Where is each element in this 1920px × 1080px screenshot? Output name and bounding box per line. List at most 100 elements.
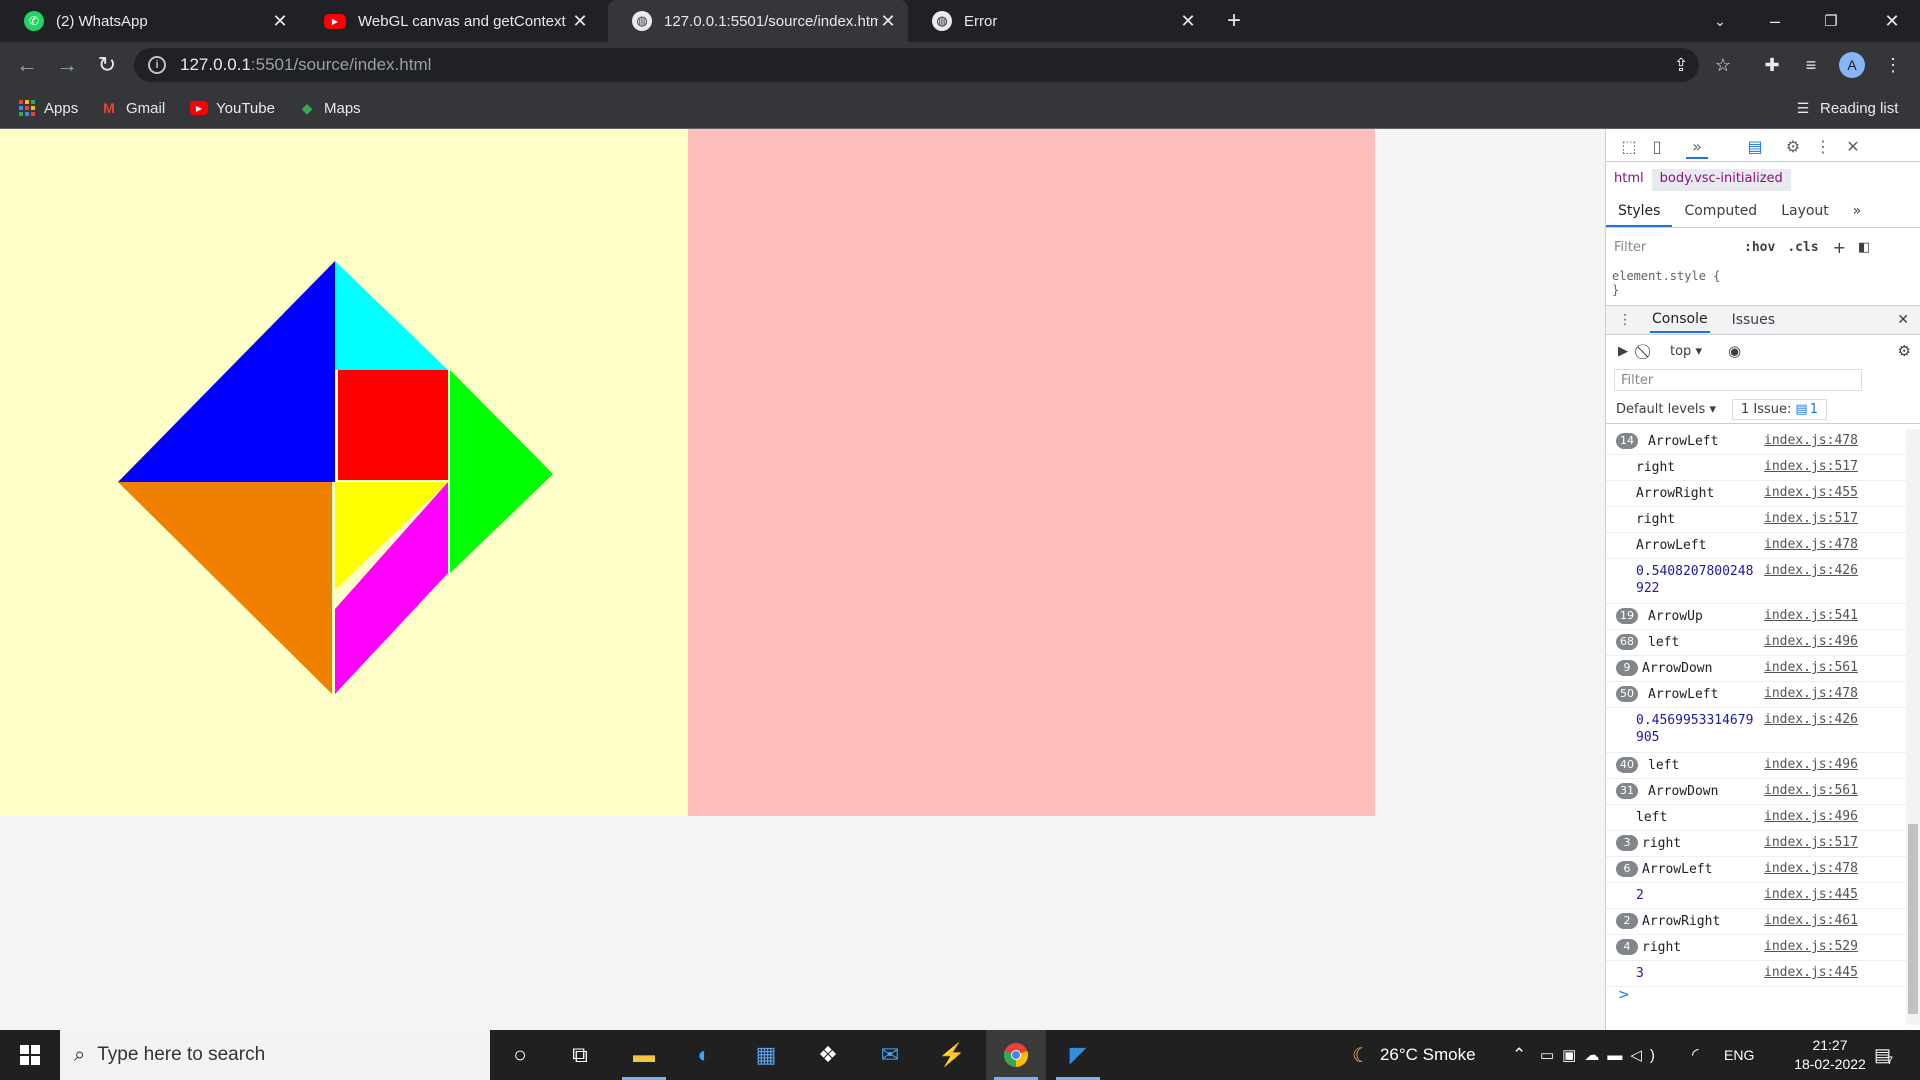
tab-issues[interactable]: Issues xyxy=(1732,312,1776,328)
log-source-link[interactable]: index.js:529 xyxy=(1764,939,1858,954)
devtools-menu-icon[interactable]: ⋮ xyxy=(1812,135,1834,157)
log-source-link[interactable]: index.js:478 xyxy=(1764,537,1858,552)
log-source-link[interactable]: index.js:445 xyxy=(1764,887,1858,902)
taskbar-search-box[interactable]: ⌕ Type here to search xyxy=(60,1030,490,1080)
media-icon[interactable]: ≡ xyxy=(1798,52,1824,78)
console-prompt[interactable]: > xyxy=(1618,987,1630,1003)
chrome-icon[interactable] xyxy=(986,1030,1046,1080)
vscode-icon[interactable]: ◤ xyxy=(1048,1030,1108,1080)
close-window-button[interactable]: ✕ xyxy=(1864,0,1920,42)
hov-toggle[interactable]: :hov xyxy=(1744,240,1775,255)
file-explorer-icon[interactable]: ▬ xyxy=(614,1030,674,1080)
dropbox-icon[interactable]: ❖ xyxy=(798,1030,858,1080)
close-devtools-icon[interactable]: ✕ xyxy=(1842,135,1864,157)
webgl-canvas-left[interactable] xyxy=(0,129,688,816)
menu-kebab-icon[interactable]: ⋮ xyxy=(1880,52,1906,78)
star-icon[interactable]: ☆ xyxy=(1710,52,1736,78)
log-source-link[interactable]: index.js:561 xyxy=(1764,660,1858,675)
log-source-link[interactable]: index.js:496 xyxy=(1764,634,1858,649)
site-info-icon[interactable]: i xyxy=(148,56,166,74)
back-arrow-icon[interactable]: ← xyxy=(12,50,42,80)
language-indicator[interactable]: ENG xyxy=(1724,1030,1754,1080)
weather-widget[interactable]: ☾ 26°C Smoke xyxy=(1352,1030,1476,1080)
close-icon[interactable]: ✕ xyxy=(1178,11,1198,32)
console-settings-gear-icon[interactable]: ⚙ xyxy=(1898,342,1911,360)
wifi-icon[interactable]: ◜ xyxy=(1692,1030,1699,1080)
eye-icon[interactable]: ◉ xyxy=(1728,342,1741,360)
tab-computed[interactable]: Computed xyxy=(1672,199,1769,227)
avatar[interactable]: A xyxy=(1839,52,1865,78)
context-select[interactable]: top ▾ xyxy=(1670,344,1702,359)
task-view-icon[interactable]: ⧉ xyxy=(550,1030,610,1080)
tab-error[interactable]: ◍ Error ✕ xyxy=(908,0,1208,42)
toggle-sidebar-icon[interactable]: ◧ xyxy=(1858,240,1870,255)
system-tray-icons[interactable]: ▭▣☁▬◁) xyxy=(1540,1030,1663,1080)
breadcrumb-body[interactable]: body.vsc-initialized xyxy=(1651,169,1791,191)
console-scrollbar[interactable] xyxy=(1906,429,1920,1025)
minimize-button[interactable]: – xyxy=(1747,0,1803,42)
bookmark-apps[interactable]: Apps xyxy=(18,96,78,120)
show-hidden-icons[interactable]: ⌃ xyxy=(1512,1030,1526,1080)
cls-toggle[interactable]: .cls xyxy=(1787,240,1818,255)
sublime-icon[interactable]: ⚡ xyxy=(922,1030,982,1080)
windows-start-button[interactable] xyxy=(0,1030,60,1080)
tab-webgl[interactable]: ▶ WebGL canvas and getContext - | ✕ xyxy=(300,0,600,42)
settings-gear-icon[interactable]: ⚙ xyxy=(1782,135,1804,157)
bookmark-maps[interactable]: ◆ Maps xyxy=(298,96,361,120)
log-source-link[interactable]: index.js:496 xyxy=(1764,809,1858,824)
log-source-link[interactable]: index.js:561 xyxy=(1764,783,1858,798)
close-icon[interactable]: ✕ xyxy=(270,11,290,32)
mail-icon[interactable]: ✉ xyxy=(860,1030,920,1080)
new-rule-icon[interactable]: + xyxy=(1833,238,1846,257)
sidebar-toggle-icon[interactable]: ▶ xyxy=(1618,344,1628,359)
log-source-link[interactable]: index.js:478 xyxy=(1764,861,1858,876)
bookmark-youtube[interactable]: ▶ YouTube xyxy=(190,96,275,120)
log-source-link[interactable]: index.js:517 xyxy=(1764,835,1858,850)
store-icon[interactable]: ▦ xyxy=(736,1030,796,1080)
log-source-link[interactable]: index.js:478 xyxy=(1764,686,1858,701)
default-levels-dropdown[interactable]: Default levels ▾ xyxy=(1616,402,1716,417)
log-source-link[interactable]: index.js:426 xyxy=(1764,563,1858,578)
bookmark-gmail[interactable]: M Gmail xyxy=(100,96,165,120)
log-source-link[interactable]: index.js:426 xyxy=(1764,712,1858,727)
log-source-link[interactable]: index.js:496 xyxy=(1764,757,1858,772)
scrollbar-thumb[interactable] xyxy=(1908,824,1918,1014)
log-source-link[interactable]: index.js:461 xyxy=(1764,913,1858,928)
restore-button[interactable]: ❐ xyxy=(1803,0,1859,42)
close-drawer-icon[interactable]: ✕ xyxy=(1897,312,1909,328)
forward-arrow-icon[interactable]: → xyxy=(52,50,82,80)
close-icon[interactable]: ✕ xyxy=(878,11,898,32)
more-tabs-icon[interactable]: » xyxy=(1841,199,1874,227)
close-icon[interactable]: ✕ xyxy=(570,11,590,32)
reload-icon[interactable]: ↻ xyxy=(92,50,122,80)
new-tab-button[interactable]: + xyxy=(1206,0,1262,42)
issues-count-button[interactable]: 1 Issue: ▤ 1 xyxy=(1732,398,1827,420)
console-filter-input[interactable]: Filter xyxy=(1614,369,1862,391)
cortana-icon[interactable]: ○ xyxy=(490,1030,550,1080)
more-panels-icon[interactable]: » xyxy=(1686,135,1708,159)
log-source-link[interactable]: index.js:455 xyxy=(1764,485,1858,500)
log-source-link[interactable]: index.js:445 xyxy=(1764,965,1858,980)
log-source-link[interactable]: index.js:517 xyxy=(1764,511,1858,526)
edge-icon[interactable]: ◐ xyxy=(674,1030,734,1080)
share-icon[interactable]: ⇪ xyxy=(1668,52,1694,78)
inspect-element-icon[interactable]: ⬚ xyxy=(1618,135,1640,157)
tab-styles[interactable]: Styles xyxy=(1606,199,1673,227)
tab-whatsapp[interactable]: ✆ (2) WhatsApp ✕ xyxy=(0,0,300,42)
breadcrumb-html[interactable]: html xyxy=(1606,169,1652,191)
log-source-link[interactable]: index.js:517 xyxy=(1764,459,1858,474)
device-toolbar-icon[interactable]: ▯ xyxy=(1646,135,1668,157)
address-bar[interactable]: i 127.0.0.1:5501/source/index.html xyxy=(134,48,1699,82)
styles-filter-input[interactable]: Filter xyxy=(1614,240,1734,255)
clock[interactable]: 21:27 18-02-2022 xyxy=(1770,1030,1890,1080)
issues-badge-icon[interactable]: ▤ xyxy=(1744,135,1766,157)
tab-layout[interactable]: Layout xyxy=(1769,199,1841,227)
notification-center[interactable]: ▤ 7 xyxy=(1874,1030,1893,1080)
drawer-menu-icon[interactable]: ⋮ xyxy=(1618,312,1632,328)
tab-search-icon[interactable]: ⌄ xyxy=(1692,0,1748,42)
extensions-icon[interactable]: ✚ xyxy=(1759,52,1785,78)
log-source-link[interactable]: index.js:541 xyxy=(1764,608,1858,623)
reading-list-button[interactable]: ☰ Reading list xyxy=(1794,96,1899,120)
tab-active-index[interactable]: ◍ 127.0.0.1:5501/source/index.html ✕ xyxy=(608,0,908,42)
log-source-link[interactable]: index.js:478 xyxy=(1764,433,1858,448)
